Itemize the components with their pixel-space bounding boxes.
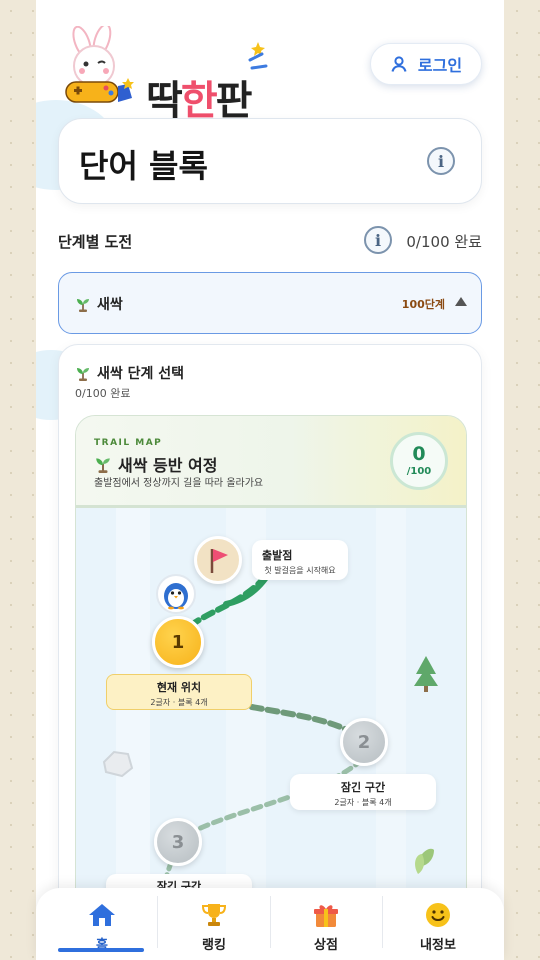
app-logo[interactable]: 딱한판 [58, 26, 268, 124]
current-title: 현재 위치 [156, 681, 202, 694]
score-value: 0 [412, 443, 426, 465]
login-button[interactable]: 로그인 [370, 43, 482, 85]
rabbit-mascot-icon [65, 26, 134, 103]
page-title: 단어 블록 [79, 147, 208, 185]
stage-node-1[interactable]: 1 [152, 616, 204, 668]
trail-description: 출발점에서 정상까지 길을 따라 올라가요 [94, 478, 264, 489]
panel-progress: 0/100 완료 [75, 387, 131, 400]
leaf-icon [415, 848, 434, 874]
current-position-label: 현재 위치 2글자 · 블록 4개 [106, 674, 252, 710]
sprout-icon [96, 458, 110, 473]
game-title-card: 단어 블록 i [58, 118, 482, 204]
flag-icon [210, 549, 228, 573]
stage-node-2[interactable]: 2 [340, 718, 388, 766]
sprout-icon [77, 299, 89, 312]
home-icon [89, 904, 115, 926]
trail-title: 새싹 등반 여정 [94, 452, 217, 476]
locked-subtitle: 2글자 · 블록 4개 [334, 798, 392, 807]
stage-header: 단계별 도전 i 0/100 완료 [58, 225, 482, 255]
user-icon [391, 56, 407, 72]
info-icon[interactable]: i [427, 147, 455, 175]
nav-label: 랭킹 [202, 938, 226, 953]
trail-tag: TRAIL MAP [94, 438, 163, 448]
start-node[interactable] [194, 536, 242, 584]
stage-level-select[interactable]: 새싹 100단계 [58, 272, 482, 334]
start-tooltip: 출발점 첫 발걸음을 시작해요 [252, 540, 348, 580]
penguin-avatar [156, 574, 196, 614]
locked-title: 잠긴 구간 [340, 781, 386, 794]
progress-score-badge: 0 /100 [390, 432, 448, 490]
rock-icon [102, 750, 134, 778]
start-subtitle: 첫 발걸음을 시작해요 [264, 566, 336, 575]
app-frame: 딱한판 로그인 단어 블록 i 단계별 도전 i 0/100 완료 새싹 100… [36, 0, 504, 960]
sparkle-icon [248, 42, 268, 70]
penguin-icon [164, 583, 188, 610]
trophy-icon [201, 904, 227, 926]
smile-icon [426, 903, 450, 927]
login-label: 로그인 [417, 56, 463, 75]
trail-header: TRAIL MAP 새싹 등반 여정 출발점에서 정상까지 길을 따라 올라가요… [76, 416, 466, 508]
bottom-navigation: 홈 랭킹 상점 내정보 [36, 888, 504, 960]
nav-profile[interactable]: 내정보 [382, 888, 494, 960]
active-tab-indicator [58, 948, 144, 952]
stage-label: 단계별 도전 [58, 233, 133, 251]
start-title: 출발점 [262, 549, 293, 562]
caret-up-icon [455, 297, 467, 306]
current-subtitle: 2글자 · 블록 4개 [150, 698, 208, 707]
stage-node-3[interactable]: 3 [154, 818, 202, 866]
stage-select-panel: 새싹 단계 선택 0/100 완료 TRAIL MAP 새싹 등반 여정 출발점… [58, 344, 482, 960]
locked-tooltip-2: 잠긴 구간 2글자 · 블록 4개 [290, 774, 436, 810]
stage-progress: 0/100 완료 [406, 233, 482, 251]
nav-label: 내정보 [420, 938, 456, 953]
tree-icon [414, 656, 438, 692]
select-value: 새싹 [75, 294, 123, 314]
nav-shop[interactable]: 상점 [270, 888, 382, 960]
select-count: 100단계 [401, 298, 445, 311]
sprout-icon [77, 368, 89, 381]
nav-label: 상점 [314, 938, 338, 953]
score-total: /100 [406, 466, 432, 477]
nav-ranking[interactable]: 랭킹 [158, 888, 270, 960]
gift-icon [314, 905, 338, 927]
trail-map: TRAIL MAP 새싹 등반 여정 출발점에서 정상까지 길을 따라 올라가요… [75, 415, 467, 960]
stage-info-icon[interactable]: i [364, 226, 392, 254]
panel-title: 새싹 단계 선택 [75, 363, 184, 383]
